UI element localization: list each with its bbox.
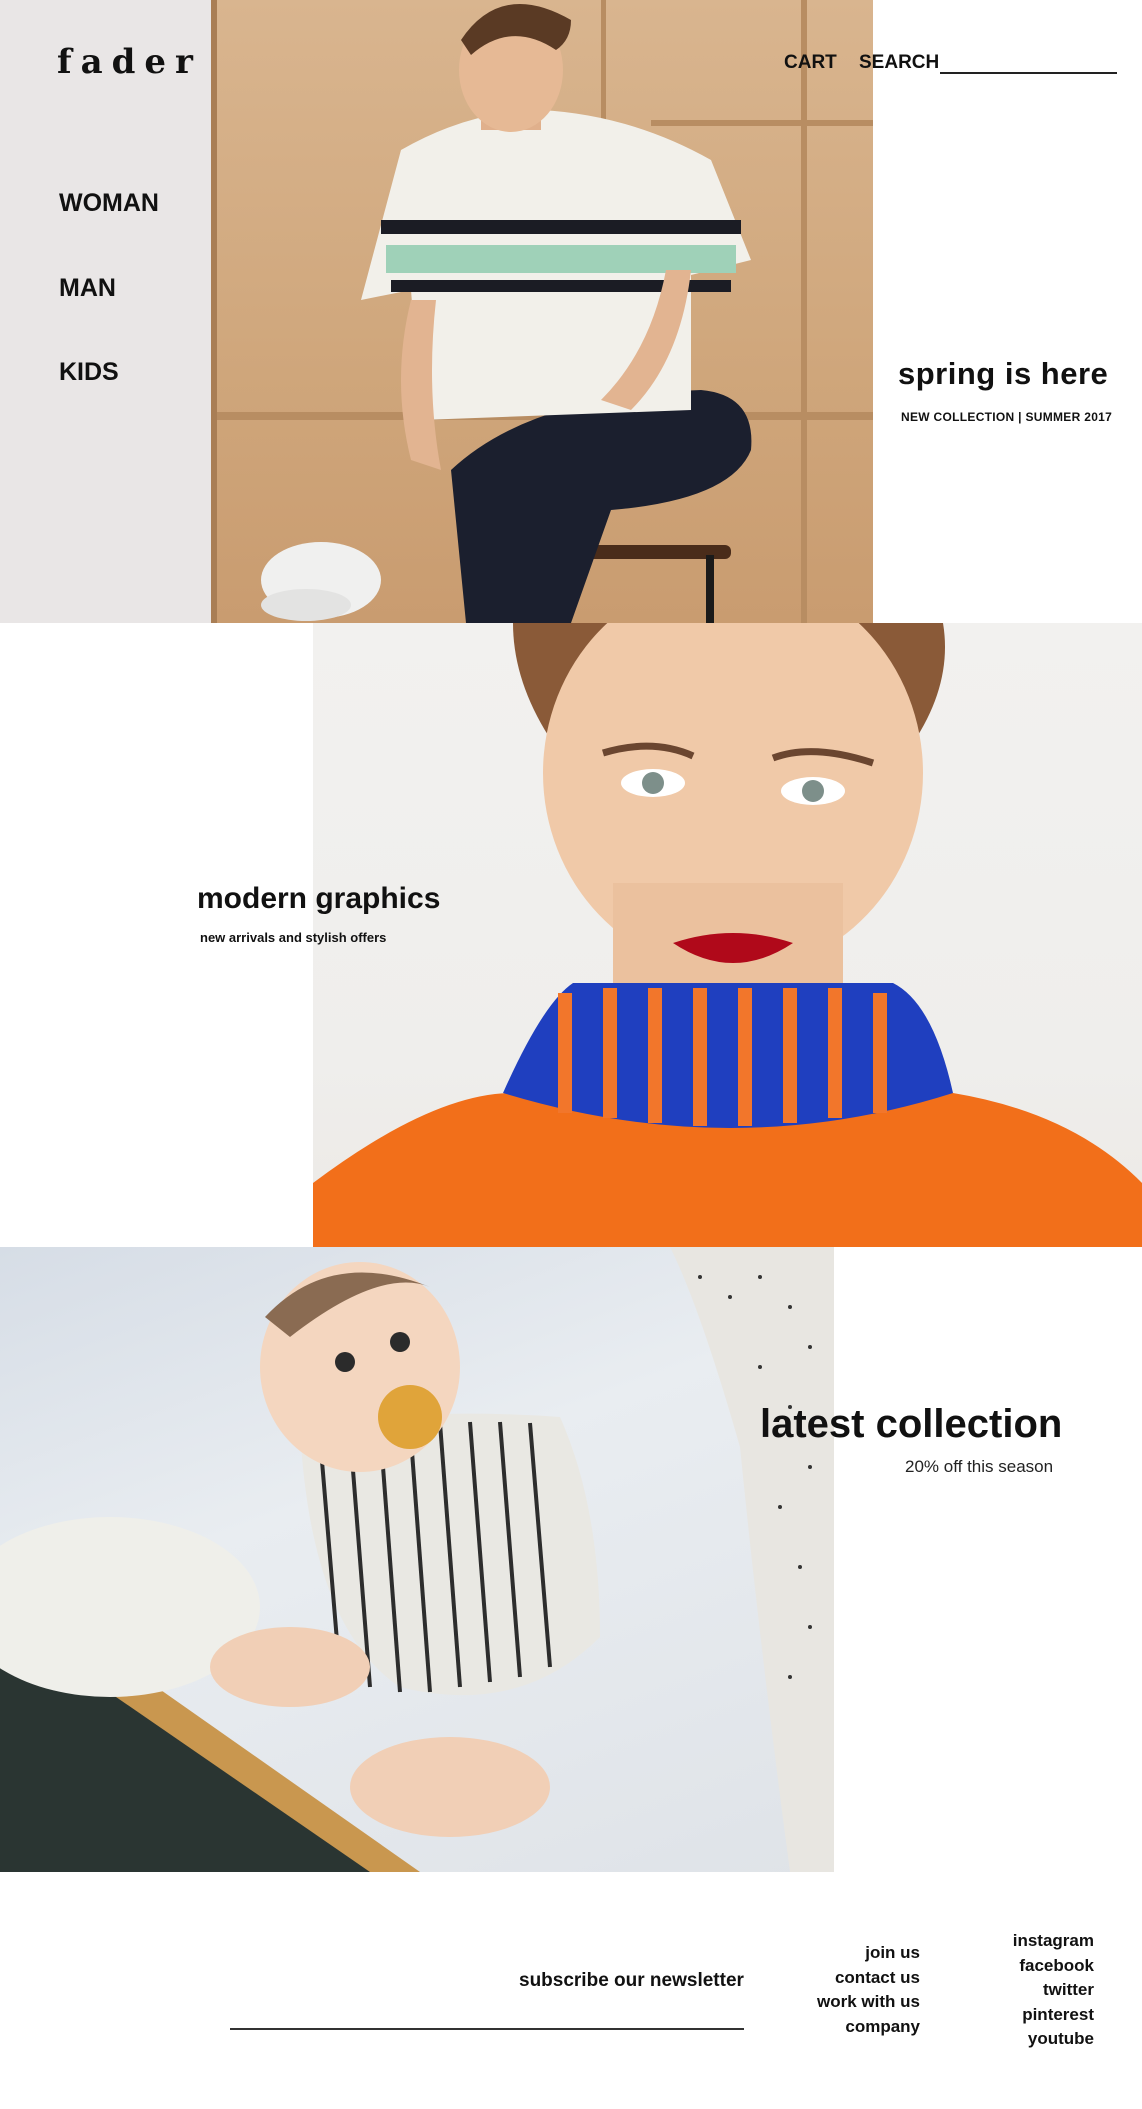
search-label[interactable]: SEARCH: [859, 52, 939, 74]
footer-links-company: join us contact us work with us company: [817, 1941, 920, 2039]
footer-link-instagram[interactable]: instagram: [1013, 1929, 1094, 1954]
hero-image-woman: [313, 623, 1142, 1247]
section-subtitle-spring: NEW COLLECTION | SUMMER 2017: [901, 410, 1113, 424]
search-input[interactable]: [940, 50, 1117, 74]
footer-link-twitter[interactable]: twitter: [1013, 1978, 1094, 2003]
man-figure-illustration: [261, 4, 752, 623]
footer-link-pinterest[interactable]: pinterest: [1013, 2003, 1094, 2028]
cart-link[interactable]: CART: [784, 52, 837, 74]
section-title-spring: spring is here: [898, 356, 1109, 391]
footer-link-company[interactable]: company: [817, 2015, 920, 2040]
section-subtitle-latest-collection: 20% off this season: [905, 1457, 1054, 1476]
section-subtitle-modern-graphics: new arrivals and stylish offers: [200, 930, 387, 945]
baby-illustration: [0, 1247, 834, 1872]
footer-link-work-with-us[interactable]: work with us: [817, 1990, 920, 2015]
footer-link-contact-us[interactable]: contact us: [817, 1966, 920, 1991]
footer-link-join-us[interactable]: join us: [817, 1941, 920, 1966]
footer-link-facebook[interactable]: facebook: [1013, 1954, 1094, 1979]
nav-item-woman[interactable]: WOMAN: [59, 189, 159, 218]
section-title-latest-collection: latest collection: [760, 1402, 1063, 1446]
footer-link-youtube[interactable]: youtube: [1013, 2027, 1094, 2052]
hero-image-man: [211, 0, 873, 623]
woman-portrait-illustration: [313, 623, 1142, 1247]
brand-logo[interactable]: fader: [57, 42, 202, 82]
newsletter-email-input[interactable]: [230, 2008, 744, 2030]
hero-left-panel: [0, 0, 211, 623]
nav-item-man[interactable]: MAN: [59, 274, 116, 303]
hero-image-baby: [0, 1247, 834, 1872]
footer-links-social: instagram facebook twitter pinterest you…: [1013, 1929, 1094, 2052]
nav-item-kids[interactable]: KIDS: [59, 358, 119, 387]
newsletter-label: subscribe our newsletter: [519, 1970, 744, 1991]
section-title-modern-graphics: modern graphics: [197, 882, 441, 915]
